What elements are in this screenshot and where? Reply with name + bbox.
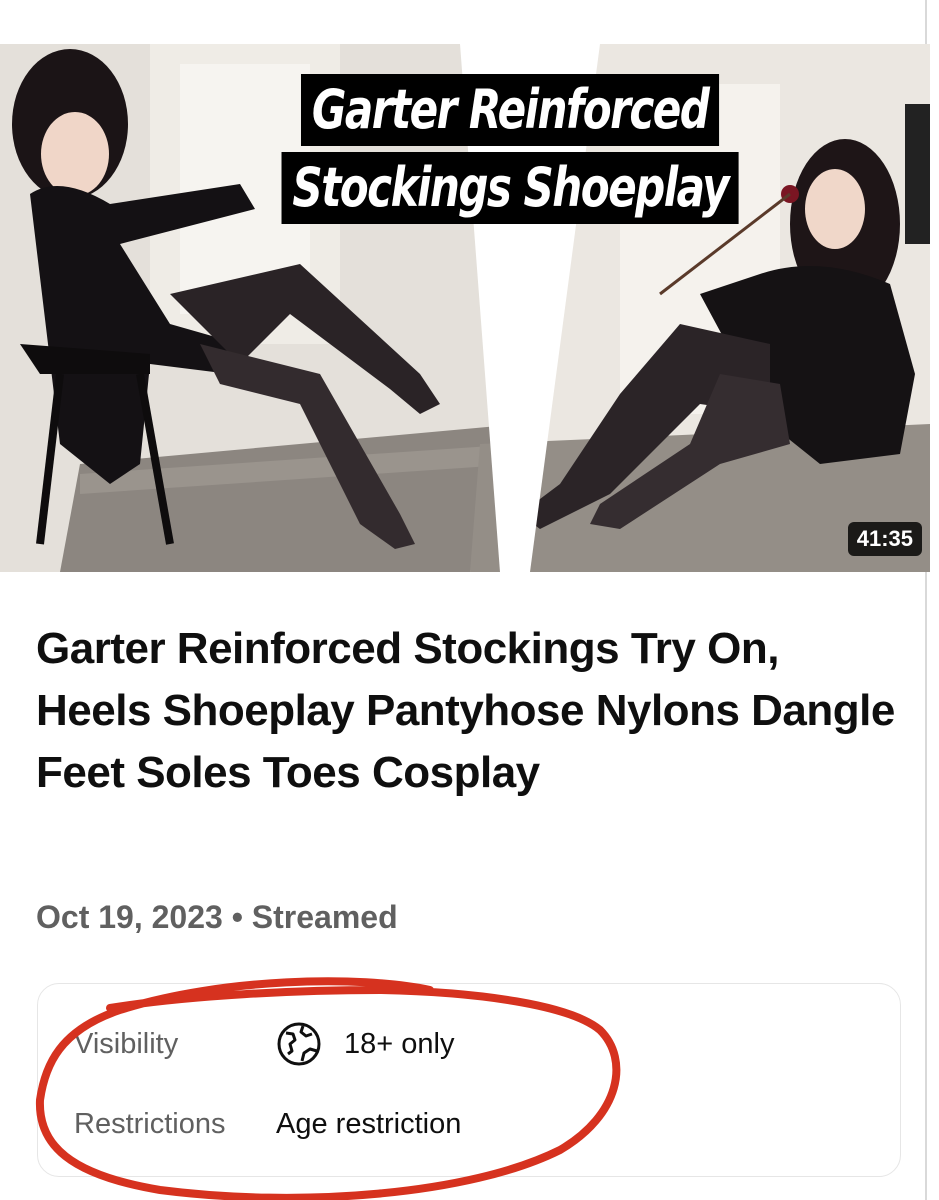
globe-icon: [277, 1022, 321, 1066]
video-details-card: Visibility 18+ only Restrictions Age res…: [37, 983, 901, 1177]
visibility-value-row: 18+ only: [276, 1021, 454, 1067]
visibility-label: Visibility: [74, 1028, 179, 1060]
thumbnail-title-line-1: Garter Reinforced: [300, 74, 720, 146]
duration-badge: 41:35: [847, 522, 922, 556]
video-type: Streamed: [251, 899, 398, 935]
restrictions-value: Age restriction: [276, 1108, 462, 1140]
video-date: Oct 19, 2023: [36, 899, 223, 935]
thumbnail-title-line-2: Stockings Shoeplay: [281, 152, 739, 224]
thumbnail-title-overlay: Garter Reinforced Stockings Shoeplay: [270, 74, 750, 224]
video-thumbnail[interactable]: Garter Reinforced Stockings Shoeplay 41:…: [0, 44, 930, 572]
restrictions-label: Restrictions: [74, 1108, 226, 1140]
video-title: Garter Reinforced Stockings Try On, Heel…: [36, 624, 895, 797]
video-meta: Oct 19, 2023 • Streamed: [36, 895, 398, 939]
visibility-value: 18+ only: [344, 1028, 455, 1060]
meta-separator: •: [231, 899, 243, 935]
